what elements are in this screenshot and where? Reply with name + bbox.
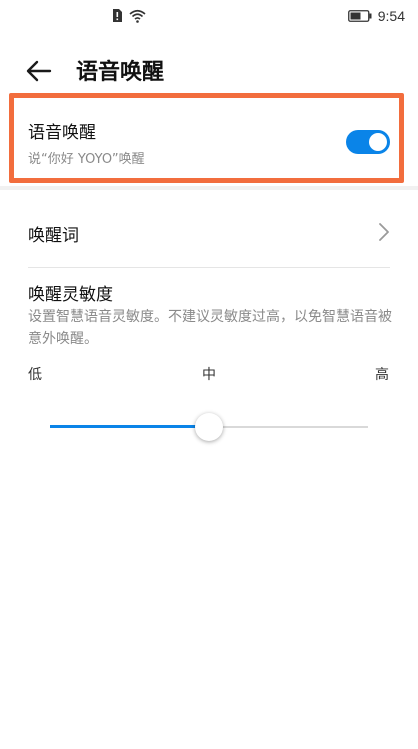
voice-wake-row[interactable]: 语音唤醒 说“你好 YOYO”唤醒 — [28, 118, 390, 170]
toggle-knob — [369, 133, 387, 151]
header: 语音唤醒 — [0, 48, 418, 92]
sensitivity-title: 唤醒灵敏度 — [28, 285, 113, 305]
voice-wake-toggle[interactable] — [346, 130, 390, 154]
chevron-right-icon — [379, 223, 389, 241]
status-time: 9:54 — [377, 8, 405, 24]
page-title: 语音唤醒 — [76, 60, 165, 85]
sensitivity-mid-label: 中 — [202, 367, 216, 383]
sensitivity-slider[interactable] — [50, 412, 368, 442]
screen: 9:54 语音唤醒 语音唤醒 说“你好 YOYO”唤醒 唤醒词 唤醒灵敏度 设置… — [0, 0, 418, 749]
sensitivity-high-label: 高 — [375, 367, 389, 383]
battery-icon — [347, 10, 372, 22]
back-button[interactable] — [24, 56, 54, 86]
wake-word-label: 唤醒词 — [28, 226, 79, 246]
section-divider — [0, 186, 418, 190]
wifi-icon — [129, 9, 146, 23]
status-bar: 9:54 — [0, 0, 418, 36]
sensitivity-description: 设置智慧语音灵敏度。不建议灵敏度过高，以免智慧语音被意外唤醒。 — [28, 309, 392, 347]
status-icons-center — [111, 8, 146, 23]
slider-thumb[interactable] — [195, 413, 223, 441]
slider-fill — [50, 425, 209, 428]
arrow-left-icon — [26, 60, 52, 82]
row-divider — [28, 267, 390, 268]
sensitivity-low-label: 低 — [28, 367, 42, 383]
voice-wake-subtitle: 说“你好 YOYO”唤醒 — [28, 152, 145, 167]
voice-wake-title: 语音唤醒 — [28, 123, 96, 143]
alert-sim-icon — [113, 9, 122, 22]
status-icons-right: 9:54 — [347, 8, 405, 24]
wake-word-row[interactable]: 唤醒词 — [28, 210, 390, 254]
